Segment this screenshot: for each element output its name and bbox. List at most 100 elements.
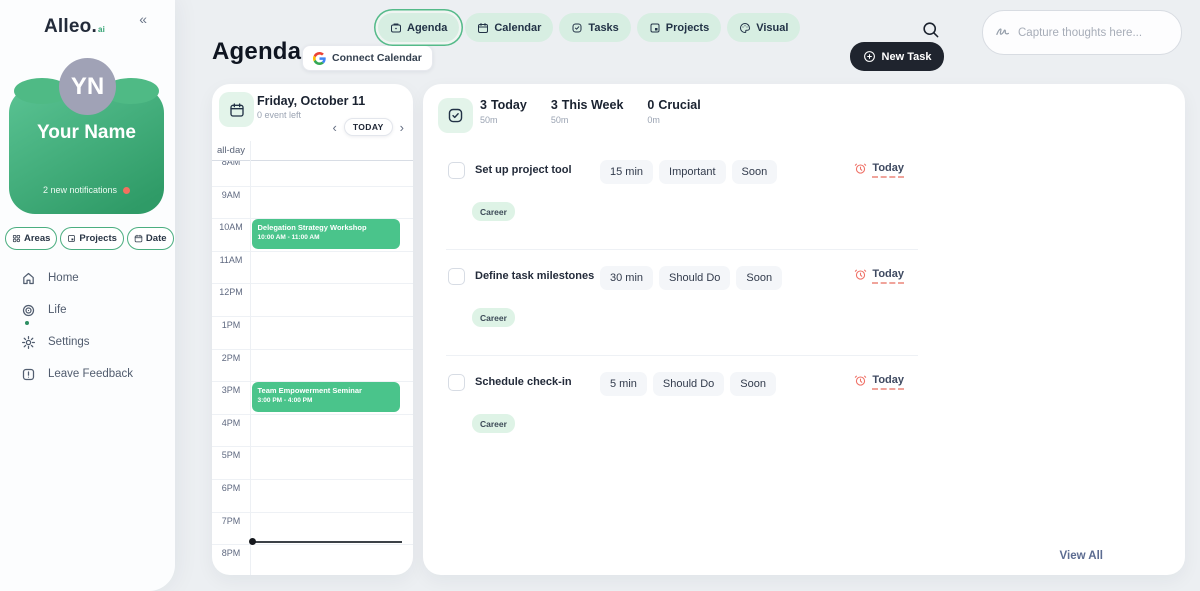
stat-today: 3Today 50m (480, 98, 527, 125)
stat-label: Crucial (658, 98, 700, 112)
task-badges: 30 minShould DoSoon (600, 266, 782, 290)
task-badge[interactable]: Soon (730, 372, 776, 396)
task-badge[interactable]: 30 min (600, 266, 653, 290)
app-logo[interactable]: Alleo.ai (44, 16, 105, 38)
task-due-label: Today (872, 268, 904, 284)
stat-count: 3 (551, 98, 558, 112)
connect-calendar-label: Connect Calendar (332, 52, 422, 64)
projects-grid-icon (67, 234, 76, 243)
task-badge[interactable]: Important (659, 160, 725, 184)
filter-pill-areas[interactable]: Areas (5, 227, 57, 250)
tab-visual[interactable]: Visual (727, 13, 800, 42)
task-badge[interactable]: 15 min (600, 160, 653, 184)
tab-tasks[interactable]: Tasks (559, 13, 630, 42)
task-title[interactable]: Set up project tool (475, 164, 599, 176)
task-badges: 5 minShould DoSoon (600, 372, 776, 396)
stat-count: 3 (480, 98, 487, 112)
task-due-label: Today (872, 374, 904, 390)
sidebar-item-life[interactable]: Life (0, 294, 175, 326)
calendar-panel: Friday, October 11 0 event left ‹ TODAY … (212, 84, 413, 575)
task-checkbox[interactable] (448, 162, 465, 179)
home-icon (21, 271, 36, 286)
sidebar-item-leave-feedback[interactable]: Leave Feedback (0, 358, 175, 390)
task-tag[interactable]: Career (472, 202, 515, 221)
sidebar-item-label: Leave Feedback (48, 368, 133, 380)
search-button[interactable] (921, 16, 947, 42)
calendar-body: 8AM 9AM 10AM 11AM 12PM 1PM 2PM 3PM (212, 141, 413, 575)
all-day-label: all-day (212, 141, 250, 156)
task-list: Set up project tool 15 minImportantSoon … (446, 144, 918, 462)
task-badge[interactable]: 5 min (600, 372, 647, 396)
tab-label: Projects (666, 22, 709, 34)
alarm-icon (854, 374, 867, 387)
event-time: 3:00 PM - 4:00 PM (258, 397, 394, 404)
tab-label: Calendar (494, 22, 541, 34)
avatar[interactable]: YN (59, 58, 116, 115)
agenda-icon (390, 22, 402, 34)
task-due[interactable]: Today (854, 268, 904, 284)
sidebar-item-label: Settings (48, 336, 90, 348)
task-badge[interactable]: Should Do (653, 372, 724, 396)
stat-label: This Week (562, 98, 624, 112)
task-checkbox[interactable] (448, 374, 465, 391)
prev-day-button[interactable]: ‹ (331, 121, 337, 134)
task-row: Schedule check-in 5 minShould DoSoon Tod… (446, 356, 918, 462)
connect-calendar-button[interactable]: Connect Calendar (302, 45, 433, 71)
time-column-divider (250, 141, 251, 575)
feedback-icon (21, 367, 36, 382)
capture-input[interactable] (1018, 27, 1168, 39)
projects-icon (649, 22, 661, 34)
task-due[interactable]: Today (854, 162, 904, 178)
capture-box (982, 10, 1182, 55)
calendar-event[interactable]: Delegation Strategy Workshop 10:00 AM - … (252, 219, 400, 249)
task-due[interactable]: Today (854, 374, 904, 390)
calendar-icon-box (219, 92, 254, 127)
calendar-nav: ‹ TODAY › (331, 118, 405, 136)
page-title: Agenda (212, 38, 301, 66)
task-title[interactable]: Define task milestones (475, 270, 599, 282)
stat-label: Today (491, 98, 527, 112)
calendar-icon (477, 22, 489, 34)
filter-pill-label: Areas (24, 233, 50, 244)
events-left-label: 0 event left (257, 110, 301, 120)
sidebar-menu: Home Life Settings Leave Feedback (0, 262, 175, 390)
tab-label: Agenda (407, 22, 447, 34)
filter-pill-projects[interactable]: Projects (60, 227, 124, 250)
tab-agenda[interactable]: Agenda (378, 13, 459, 42)
calendar-header: Friday, October 11 0 event left ‹ TODAY … (212, 84, 413, 141)
task-tag[interactable]: Career (472, 308, 515, 327)
task-badge[interactable]: Soon (732, 160, 778, 184)
tasks-icon-box (438, 98, 473, 133)
tab-label: Visual (756, 22, 788, 34)
filter-pill-label: Date (146, 233, 167, 244)
new-task-button[interactable]: New Task (850, 42, 944, 71)
app-root: Alleo.ai « YN Your Name 2 new notificati… (0, 0, 1200, 591)
sidebar-item-label: Life (48, 304, 67, 316)
tab-projects[interactable]: Projects (637, 13, 721, 42)
logo-suffix: ai (98, 25, 105, 34)
task-tag[interactable]: Career (472, 414, 515, 433)
task-row: Define task milestones 30 minShould DoSo… (446, 250, 918, 356)
today-button[interactable]: TODAY (344, 118, 393, 136)
task-checkbox[interactable] (448, 268, 465, 285)
visual-icon (739, 22, 751, 34)
sidebar-item-label: Home (48, 272, 79, 284)
view-all-link[interactable]: View All (1060, 550, 1103, 562)
task-badge[interactable]: Soon (736, 266, 782, 290)
tab-calendar[interactable]: Calendar (465, 13, 553, 42)
stat-this-week: 3This Week 50m (551, 98, 624, 125)
main-tabs: Agenda Calendar Tasks Projects Visual (378, 13, 800, 42)
filter-pill-date[interactable]: Date (127, 227, 174, 250)
notifications-link[interactable]: 2 new notifications (9, 185, 164, 195)
event-time: 10:00 AM - 11:00 AM (258, 234, 394, 241)
sidebar-item-home[interactable]: Home (0, 262, 175, 294)
calendar-icon (229, 102, 245, 118)
sidebar-item-settings[interactable]: Settings (0, 326, 175, 358)
collapse-sidebar-icon[interactable]: « (139, 11, 147, 27)
task-badge[interactable]: Should Do (659, 266, 730, 290)
current-time-indicator (250, 541, 402, 543)
next-day-button[interactable]: › (399, 121, 405, 134)
tasks-icon (571, 22, 583, 34)
calendar-event[interactable]: Team Empowerment Seminar 3:00 PM - 4:00 … (252, 382, 400, 412)
task-title[interactable]: Schedule check-in (475, 376, 599, 388)
